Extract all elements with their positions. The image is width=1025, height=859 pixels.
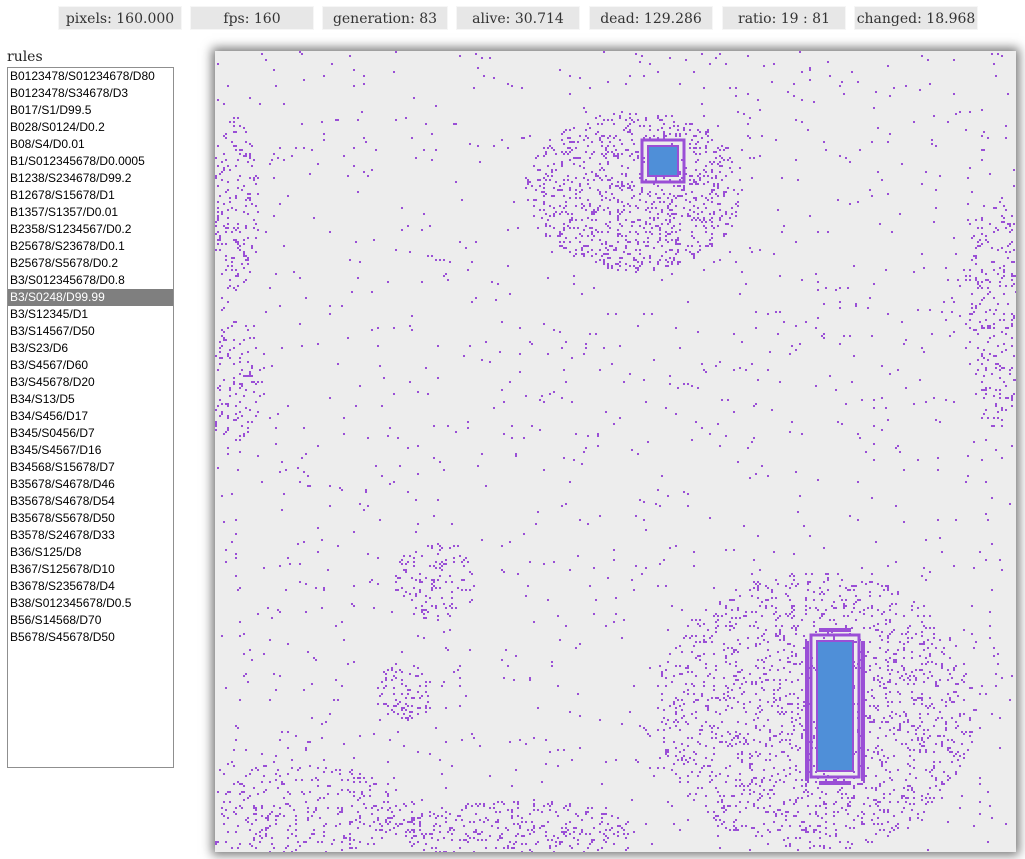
rule-option[interactable]: B34/S13/D5: [8, 391, 173, 408]
stat-changed: changed: 18.968: [854, 6, 978, 30]
rule-option[interactable]: B1/S012345678/D0.0005: [8, 153, 173, 170]
stat-pixels-label: pixels: 160.000: [65, 11, 175, 27]
rule-option[interactable]: B028/S0124/D0.2: [8, 119, 173, 136]
rule-option[interactable]: B0123478/S01234678/D80: [8, 68, 173, 85]
stat-fps: fps: 160: [190, 6, 314, 30]
rule-option[interactable]: B3/S4567/D60: [8, 357, 173, 374]
rule-option[interactable]: B36/S125/D8: [8, 544, 173, 561]
stat-fps-label: fps: 160: [223, 11, 281, 27]
rule-option[interactable]: B0123478/S34678/D3: [8, 85, 173, 102]
rule-option[interactable]: B3/S23/D6: [8, 340, 173, 357]
stat-alive-label: alive: 30.714: [472, 11, 564, 27]
rule-option[interactable]: B2358/S1234567/D0.2: [8, 221, 173, 238]
rule-option[interactable]: B08/S4/D0.01: [8, 136, 173, 153]
rule-option[interactable]: B3678/S235678/D4: [8, 578, 173, 595]
rule-option[interactable]: B3/S12345/D1: [8, 306, 173, 323]
rule-option[interactable]: B38/S012345678/D0.5: [8, 595, 173, 612]
stat-dead: dead: 129.286: [589, 6, 713, 30]
rule-option[interactable]: B3/S0248/D99.99: [8, 289, 173, 306]
stat-pixels: pixels: 160.000: [58, 6, 182, 30]
rule-option[interactable]: B25678/S23678/D0.1: [8, 238, 173, 255]
rule-option[interactable]: B3/S012345678/D0.8: [8, 272, 173, 289]
stat-generation-label: generation: 83: [332, 11, 438, 27]
rule-option[interactable]: B3/S45678/D20: [8, 374, 173, 391]
rule-option[interactable]: B5678/S45678/D50: [8, 629, 173, 646]
stat-alive: alive: 30.714: [456, 6, 580, 30]
rules-label: rules: [7, 49, 43, 65]
rule-option[interactable]: B345/S0456/D7: [8, 425, 173, 442]
stat-dead-label: dead: 129.286: [600, 11, 702, 27]
rule-option[interactable]: B017/S1/D99.5: [8, 102, 173, 119]
rule-option[interactable]: B1357/S1357/D0.01: [8, 204, 173, 221]
rule-option[interactable]: B3578/S24678/D33: [8, 527, 173, 544]
stat-changed-label: changed: 18.968: [856, 11, 976, 27]
rule-option[interactable]: B367/S125678/D10: [8, 561, 173, 578]
stats-bar: pixels: 160.000 fps: 160 generation: 83 …: [0, 6, 1025, 30]
simulation-canvas[interactable]: [215, 51, 1016, 852]
rule-option[interactable]: B1238/S234678/D99.2: [8, 170, 173, 187]
rule-option[interactable]: B12678/S15678/D1: [8, 187, 173, 204]
rules-listbox[interactable]: B0123478/S01234678/D80 B0123478/S34678/D3…: [7, 67, 174, 768]
stat-ratio-label: ratio: 19 : 81: [738, 11, 830, 27]
rule-option[interactable]: B56/S14568/D70: [8, 612, 173, 629]
stat-ratio: ratio: 19 : 81: [722, 6, 846, 30]
rule-option[interactable]: B35678/S5678/D50: [8, 510, 173, 527]
rule-option[interactable]: B34568/S15678/D7: [8, 459, 173, 476]
rule-option[interactable]: B25678/S5678/D0.2: [8, 255, 173, 272]
stat-generation: generation: 83: [322, 6, 448, 30]
cellular-automaton-grid[interactable]: [215, 51, 1016, 852]
rule-option[interactable]: B3/S14567/D50: [8, 323, 173, 340]
rule-option[interactable]: B345/S4567/D16: [8, 442, 173, 459]
rule-option[interactable]: B35678/S4678/D46: [8, 476, 173, 493]
rule-option[interactable]: B34/S456/D17: [8, 408, 173, 425]
rule-option[interactable]: B35678/S4678/D54: [8, 493, 173, 510]
